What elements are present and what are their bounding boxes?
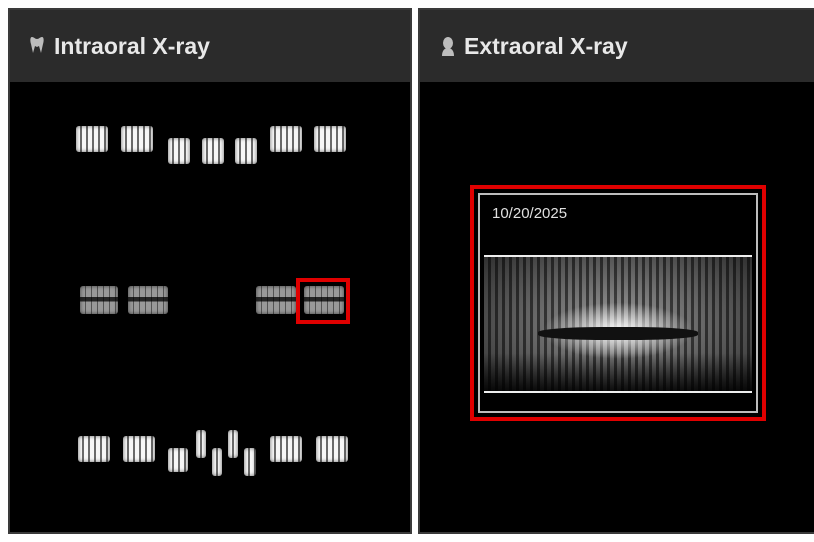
xray-thumbnail[interactable] [235,138,257,164]
person-icon [440,36,456,56]
intraoral-title: Intraoral X-ray [54,32,210,59]
xray-thumbnail[interactable] [212,448,222,476]
xray-thumbnail[interactable] [168,138,190,164]
xray-thumbnail[interactable] [76,126,108,152]
xray-thumbnail[interactable] [314,126,346,152]
xray-thumbnail[interactable] [202,138,224,164]
xray-thumbnail[interactable] [270,126,302,152]
tooth-icon [30,36,46,56]
xray-thumbnail[interactable] [316,436,348,462]
intraoral-mount [10,82,410,532]
xray-thumbnail[interactable] [123,436,155,462]
extraoral-title: Extraoral X-ray [464,32,628,59]
xray-thumbnail[interactable] [270,436,302,462]
xray-thumbnail[interactable] [128,286,168,314]
xray-thumbnail[interactable] [244,448,256,476]
xray-thumbnail[interactable] [168,448,188,472]
intraoral-panel: Intraoral X-ray [8,8,412,534]
xray-thumbnail[interactable] [196,430,206,458]
extraoral-mount: 10/20/2025 [420,82,814,532]
panoramic-xray-image[interactable] [484,255,752,393]
xray-thumbnail[interactable] [121,126,153,152]
panoramic-xray-frame: 10/20/2025 [478,193,758,413]
xray-thumbnail[interactable] [78,436,110,462]
panoramic-xray-card[interactable]: 10/20/2025 [470,185,766,421]
extraoral-header: Extraoral X-ray [420,10,814,82]
xray-thumbnail[interactable] [80,286,118,314]
xray-thumbnail[interactable] [256,286,296,314]
intraoral-header: Intraoral X-ray [10,10,410,82]
xray-thumbnail[interactable] [228,430,238,458]
extraoral-panel: Extraoral X-ray 10/20/2025 [418,8,814,534]
xray-date: 10/20/2025 [492,205,568,222]
selected-thumbnail-highlight [296,278,350,324]
